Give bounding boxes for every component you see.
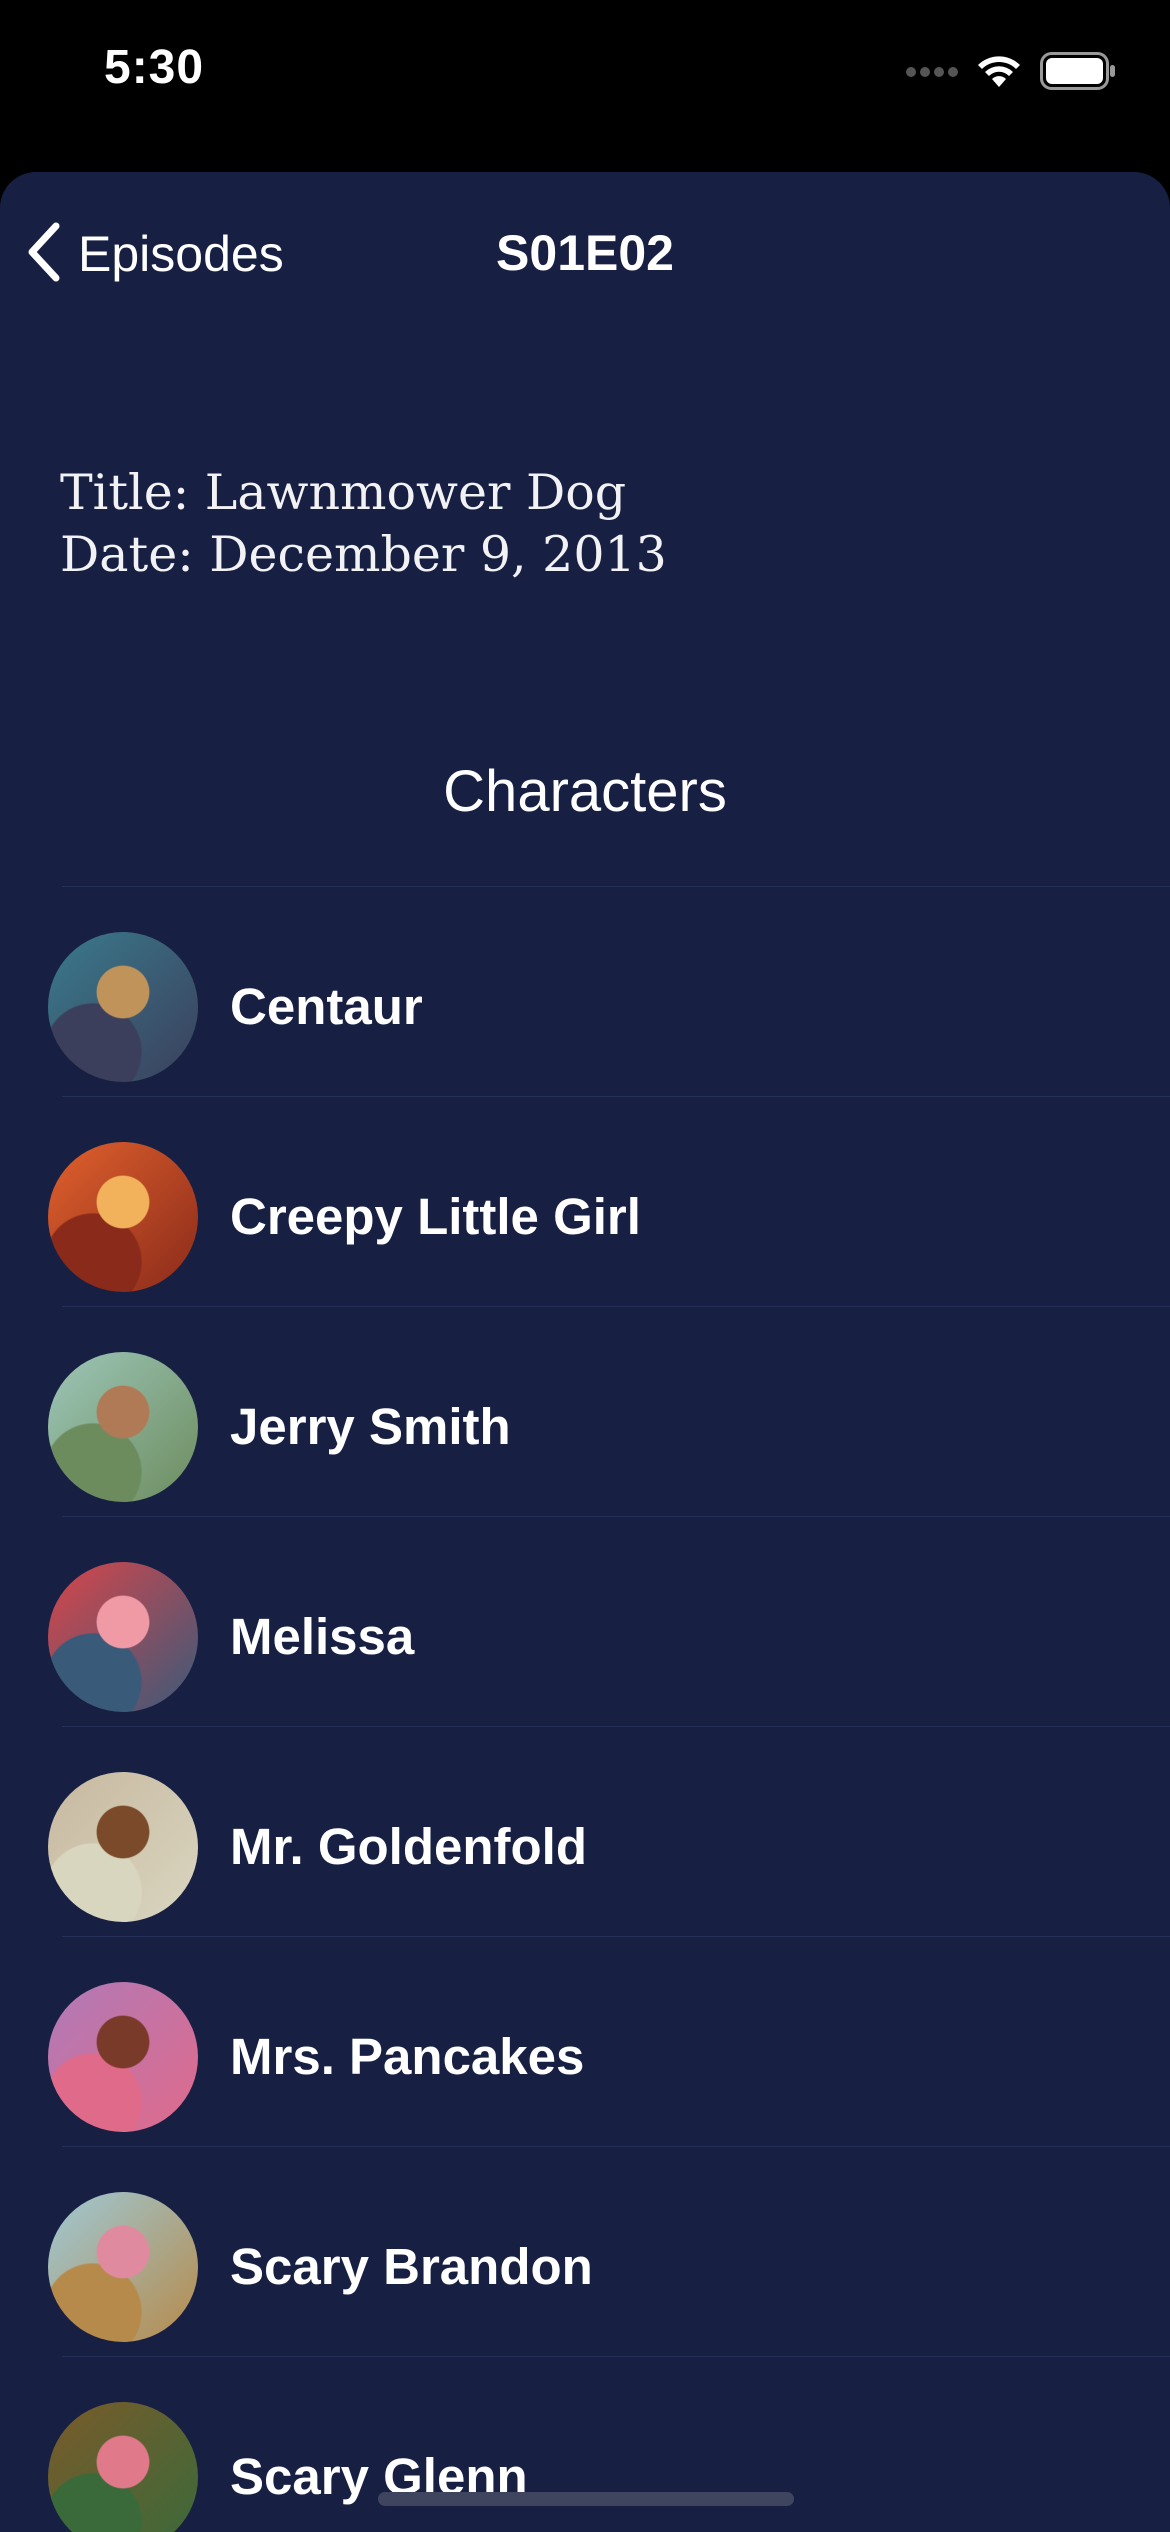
status-time: 5:30 — [104, 41, 205, 94]
character-avatar — [48, 1982, 198, 2132]
character-avatar — [48, 1352, 198, 1502]
character-avatar — [48, 932, 198, 1082]
character-name: Jerry Smith — [230, 1398, 511, 1455]
characters-list: Centaur Creepy Little Girl Jerry Smith Meli… — [0, 886, 1170, 2532]
status-bar: 5:30 — [0, 0, 1170, 172]
character-row[interactable]: Jerry Smith — [0, 1306, 1170, 1516]
character-avatar — [48, 2402, 198, 2532]
character-name: Mrs. Pancakes — [230, 2028, 585, 2085]
episode-title: Title: Lawnmower Dog — [60, 464, 627, 521]
character-name: Scary Brandon — [230, 2238, 593, 2295]
character-row[interactable]: Centaur — [0, 886, 1170, 1096]
page-title: S01E02 — [496, 225, 674, 281]
character-avatar — [48, 1772, 198, 1922]
episode-info: Title: Lawnmower Dog Date: December 9, 2… — [60, 462, 667, 586]
episode-date: Date: December 9, 2013 — [60, 526, 667, 583]
character-avatar — [48, 2192, 198, 2342]
character-row[interactable]: Creepy Little Girl — [0, 1096, 1170, 1306]
episode-detail-sheet: Episodes S01E02 Title: Lawnmower Dog Dat… — [0, 172, 1170, 2532]
character-row[interactable]: Mr. Goldenfold — [0, 1726, 1170, 1936]
signal-icon — [906, 65, 958, 83]
navigation-bar: Episodes S01E02 — [0, 172, 1170, 338]
character-avatar — [48, 1142, 198, 1292]
wifi-icon — [976, 53, 1022, 94]
character-name: Melissa — [230, 1608, 415, 1665]
status-icons — [906, 52, 1116, 95]
character-name: Mr. Goldenfold — [230, 1818, 587, 1875]
character-name: Creepy Little Girl — [230, 1188, 641, 1245]
character-row[interactable]: Melissa — [0, 1516, 1170, 1726]
home-indicator[interactable] — [378, 2492, 794, 2506]
character-row[interactable]: Scary Brandon — [0, 2146, 1170, 2356]
character-avatar — [48, 1562, 198, 1712]
character-name: Centaur — [230, 978, 423, 1035]
characters-heading: Characters — [443, 759, 727, 824]
character-row[interactable]: Mrs. Pancakes — [0, 1936, 1170, 2146]
battery-icon — [1040, 52, 1116, 95]
